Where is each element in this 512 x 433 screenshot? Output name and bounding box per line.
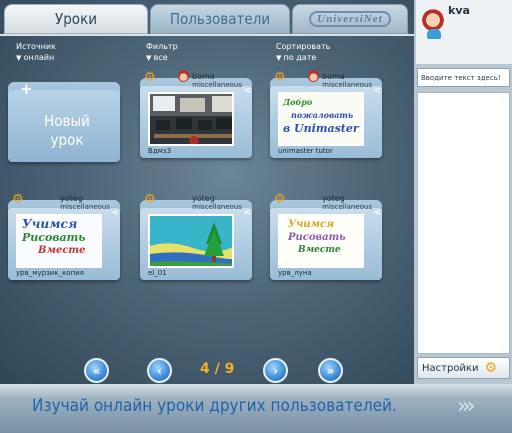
universinet-logo-tab[interactable]: UniversiNet: [292, 4, 408, 34]
lesson-category: miscellaneous: [322, 203, 372, 211]
new-lesson-line2: урок: [50, 131, 84, 149]
tab-lessons[interactable]: Уроки: [4, 4, 148, 34]
lesson-author: yoteg: [322, 194, 345, 203]
lesson-author: yoteg: [192, 194, 215, 203]
tab-divider: [0, 34, 414, 36]
lesson-thumbnail: [148, 92, 234, 146]
thumb-text: Вместе: [38, 245, 86, 256]
banner-text: Изучай онлайн уроки других пользователей…: [32, 396, 397, 416]
share-icon[interactable]: <: [111, 208, 119, 218]
filter-type-value[interactable]: все: [146, 52, 178, 64]
thumb-text: Учимся: [22, 217, 78, 231]
filter-sort[interactable]: Сортировать по дате: [276, 41, 330, 64]
add-icon: +: [20, 80, 33, 98]
thumb-text: Рисовать: [288, 232, 346, 243]
tree-drawing: [150, 216, 232, 266]
page-indicator: 4 / 9: [200, 361, 235, 377]
gear-icon[interactable]: ⚙: [274, 71, 287, 84]
share-icon[interactable]: <: [373, 86, 381, 96]
first-page-button[interactable]: «: [84, 358, 109, 383]
lesson-author: boma: [322, 72, 345, 81]
thumb-text: Учимся: [288, 219, 335, 230]
lesson-thumbnail: Добро пожаловать в Unimaster: [278, 92, 364, 146]
lesson-thumbnail: Учимся Рисовать Вместе: [278, 214, 364, 268]
chevron-right-icon: ›: [273, 363, 278, 378]
filter-sort-label: Сортировать: [276, 42, 331, 51]
filter-sort-value[interactable]: по дате: [276, 52, 330, 64]
lesson-category: miscellaneous: [322, 81, 372, 89]
lessons-panel: [0, 0, 414, 384]
filter-source-label: Источник: [16, 42, 56, 51]
share-icon[interactable]: <: [243, 86, 251, 96]
settings-button[interactable]: Настройки ⚙: [417, 357, 510, 379]
lesson-card[interactable]: ⚙ boma miscellaneous < Вдмз3: [140, 70, 252, 160]
gear-icon: ⚙: [484, 360, 498, 376]
filter-source[interactable]: Источник онлайн: [16, 41, 56, 64]
thumb-text: Рисовать: [22, 231, 86, 244]
lesson-card[interactable]: ⚙ yoteg miscellaneous < Учимся Рисовать …: [8, 193, 120, 282]
avatar-icon[interactable]: [422, 4, 444, 30]
lesson-thumbnail: Учимся Рисовать Вместе: [16, 214, 102, 268]
thumb-text: в Unimaster: [283, 122, 359, 135]
classroom-photo: [150, 94, 232, 144]
avatar-body: [427, 29, 441, 39]
lesson-category: miscellaneous: [60, 203, 110, 211]
forward-arrows-icon[interactable]: ›››: [457, 394, 476, 419]
lesson-title: unimaster tutor: [278, 147, 333, 155]
gear-icon[interactable]: ⚙: [144, 71, 157, 84]
double-chevron-right-icon: »: [326, 363, 335, 378]
gear-icon[interactable]: ⚙: [274, 193, 287, 206]
username: kva: [448, 4, 470, 17]
share-icon[interactable]: <: [373, 208, 381, 218]
thumb-text: Добро: [283, 97, 313, 107]
lesson-title: Вдмз3: [148, 147, 172, 155]
lesson-category: miscellaneous: [192, 81, 242, 89]
tab-users-label: Пользователи: [169, 10, 271, 28]
lesson-category: miscellaneous: [192, 203, 242, 211]
gear-icon[interactable]: ⚙: [12, 193, 25, 206]
thumb-text: пожаловать: [291, 110, 354, 120]
lesson-author: yoteg: [60, 194, 83, 203]
filter-type-label: Фильтр: [146, 42, 178, 51]
lesson-card[interactable]: ⚙ yoteg miscellaneous < el_01: [140, 193, 252, 282]
tab-users[interactable]: Пользователи: [150, 4, 290, 34]
gear-icon[interactable]: ⚙: [144, 193, 157, 206]
new-lesson-label: Новый урок: [32, 112, 102, 150]
hint-banner: Изучай онлайн уроки других пользователей…: [0, 384, 512, 433]
next-page-button[interactable]: ›: [263, 358, 288, 383]
chat-area[interactable]: [417, 92, 510, 354]
chevron-left-icon: ‹: [157, 363, 162, 378]
new-lesson-card[interactable]: + Новый урок: [8, 76, 120, 164]
lesson-author: boma: [192, 72, 215, 81]
lesson-card[interactable]: ⚙ yoteg miscellaneous < Учимся Рисовать …: [270, 193, 382, 282]
last-page-button[interactable]: »: [318, 358, 343, 383]
share-icon[interactable]: <: [243, 208, 251, 218]
universinet-logo: UniversiNet: [309, 11, 391, 27]
filter-source-value[interactable]: онлайн: [16, 52, 56, 64]
new-lesson-line1: Новый: [44, 112, 90, 130]
lesson-title: урв_мурзик_копия: [16, 269, 84, 277]
author-avatar-icon: [178, 70, 189, 82]
author-avatar-icon: [308, 70, 319, 82]
settings-label: Настройки: [422, 362, 479, 374]
thumb-text: Вместе: [298, 245, 341, 255]
lesson-thumbnail: [148, 214, 234, 268]
lesson-card[interactable]: ⚙ boma miscellaneous < Добро пожаловать …: [270, 70, 382, 160]
filter-type[interactable]: Фильтр все: [146, 41, 178, 64]
tab-lessons-label: Уроки: [55, 10, 97, 28]
lesson-title: урв_луна: [278, 269, 312, 277]
double-chevron-left-icon: «: [92, 363, 101, 378]
prev-page-button[interactable]: ‹: [147, 358, 172, 383]
chat-input[interactable]: Вводите текст здесь!: [417, 68, 510, 87]
lesson-title: el_01: [148, 269, 167, 277]
